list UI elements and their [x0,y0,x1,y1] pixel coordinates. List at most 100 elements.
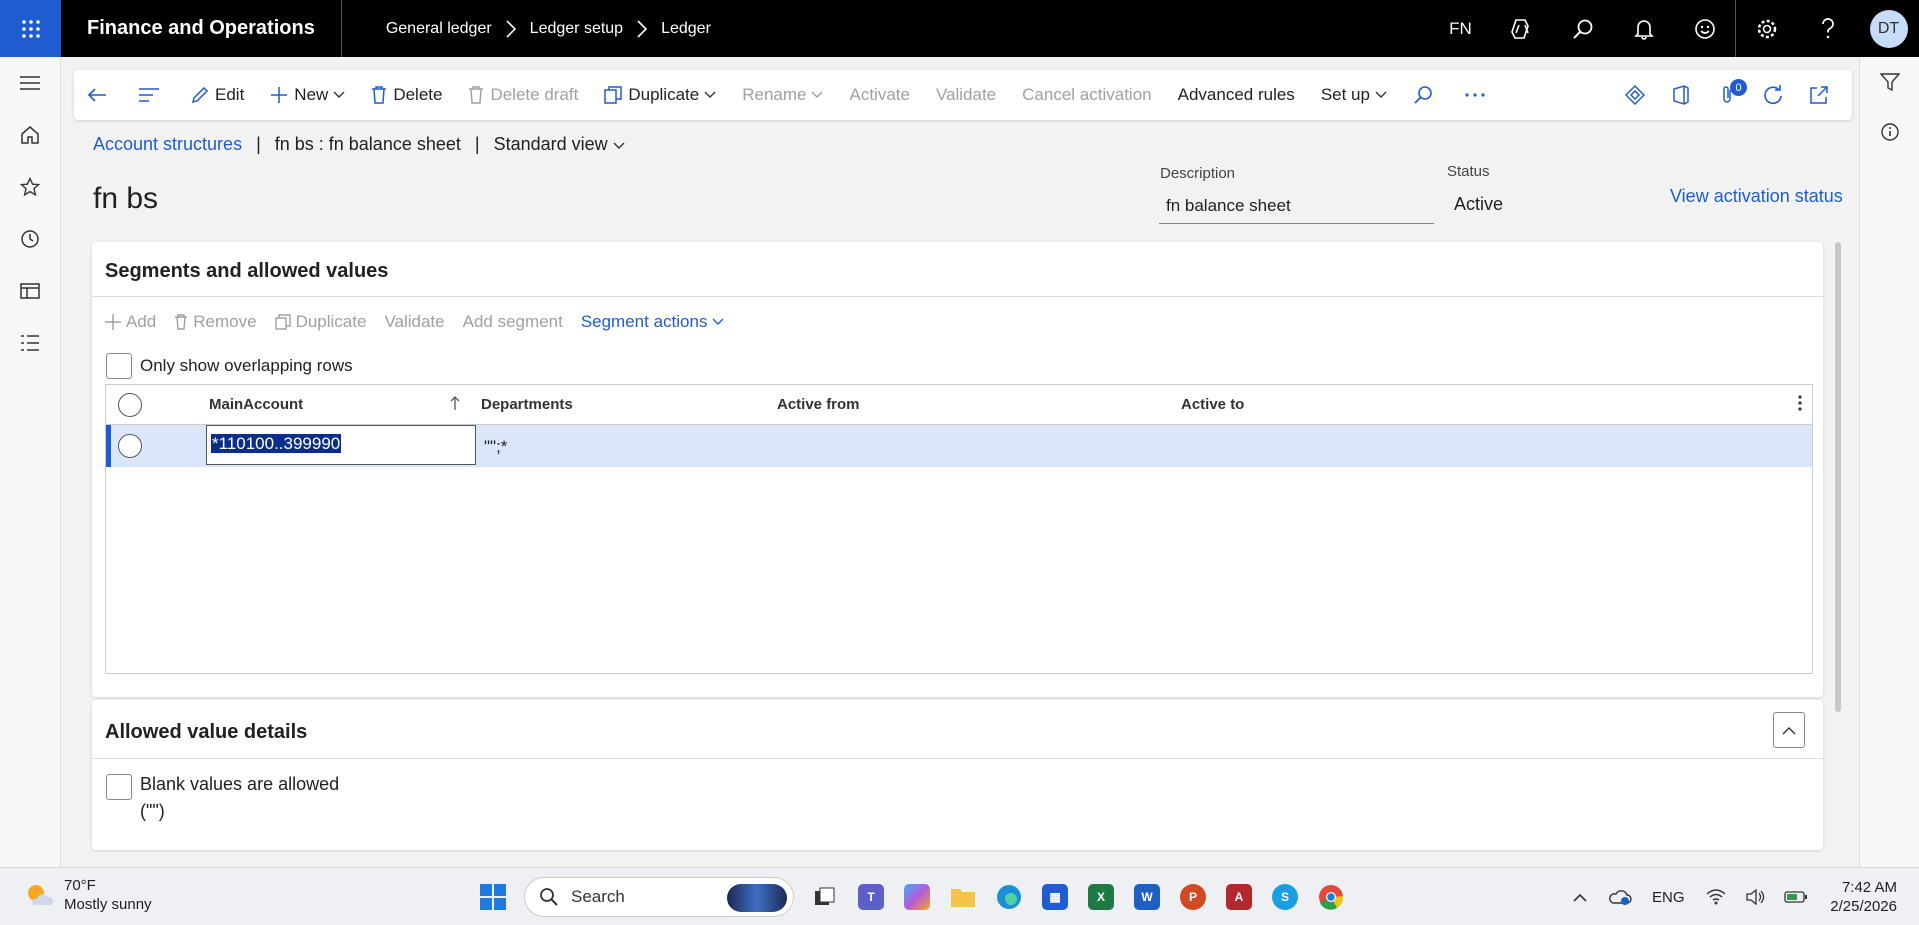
refresh-icon[interactable] [1750,85,1796,105]
breadcrumb-ledger-setup[interactable]: Ledger setup [530,20,623,38]
powerpoint-icon[interactable]: P [1170,876,1216,918]
excel-icon[interactable]: X [1078,876,1124,918]
allowed-value-details-title[interactable]: Allowed value details [92,700,1823,759]
settings-gear-icon[interactable] [1736,0,1797,57]
search-icon[interactable] [1552,0,1613,57]
validate-button[interactable]: Validate [923,70,1009,120]
select-all-radio[interactable] [118,393,142,417]
copilot-app-icon[interactable] [894,876,940,918]
back-button[interactable] [74,70,126,120]
validate-segment-button[interactable]: Validate [375,312,453,332]
column-header-departments[interactable]: Departments [481,396,573,413]
action-search-icon[interactable] [1400,70,1452,120]
options-menu-icon[interactable] [126,70,178,120]
task-view-icon[interactable] [802,876,848,918]
chevron-right-icon [637,19,648,38]
modules-list-icon[interactable] [0,317,60,369]
app-title[interactable]: Finance and Operations [61,0,342,57]
edit-button[interactable]: Edit [178,70,257,120]
weather-widget[interactable]: 70°F Mostly sunny [24,876,152,914]
rename-button[interactable]: Rename [729,70,836,120]
language-indicator[interactable]: ENG [1640,889,1696,906]
onedrive-icon[interactable] [1600,888,1640,906]
description-label: Description [1160,165,1236,182]
new-button[interactable]: New [257,70,358,120]
breadcrumb-ledger[interactable]: Ledger [661,20,711,38]
recent-clock-icon[interactable] [0,213,60,265]
office-icon[interactable] [1658,85,1704,105]
show-hidden-icons-chevron[interactable] [1560,893,1600,902]
feedback-smiley-icon[interactable] [1674,0,1735,57]
table-row[interactable]: *110100..399990 "";* [106,425,1812,467]
advanced-rules-button[interactable]: Advanced rules [1165,70,1308,120]
blank-values-allowed-checkbox[interactable] [106,774,132,800]
workspaces-icon[interactable] [0,265,60,317]
segment-actions-button[interactable]: Segment actions [572,312,738,332]
add-button[interactable]: Add [96,312,165,332]
system-tray: ENG 7:42 AM 2/25/2026 [1560,868,1919,925]
home-icon[interactable] [0,109,60,161]
battery-icon[interactable] [1776,890,1816,904]
chrome-icon[interactable] [1308,876,1354,918]
info-icon[interactable] [1860,107,1919,157]
search-placeholder: Search [571,887,625,906]
teams-icon[interactable]: T [848,876,894,918]
open-in-new-window-icon[interactable] [1796,85,1842,105]
windows-start-icon[interactable] [470,876,516,918]
temperature: 70°F [64,877,96,894]
wifi-icon[interactable] [1696,889,1736,905]
remove-button[interactable]: Remove [165,312,265,332]
column-header-active-from[interactable]: Active from [777,396,860,413]
more-options-icon[interactable] [1452,70,1504,120]
row-select-radio[interactable] [118,434,142,458]
view-selector[interactable]: Standard view [494,134,625,155]
access-icon[interactable]: A [1216,876,1262,918]
favorites-star-icon[interactable] [0,161,60,213]
view-activation-status-link[interactable]: View activation status [1670,186,1843,207]
filter-icon[interactable] [1860,57,1919,107]
power-apps-icon[interactable] [1612,85,1658,105]
column-header-mainaccount[interactable]: MainAccount [209,396,303,413]
mainaccount-cell-input[interactable]: *110100..399990 [206,425,476,465]
segments-section-title[interactable]: Segments and allowed values [92,242,1823,297]
taskbar-search-box[interactable]: Search [524,877,794,917]
page-scrollbar[interactable] [1835,242,1841,712]
copilot-icon[interactable] [1491,0,1552,57]
user-menu[interactable]: DT [1858,0,1919,57]
departments-cell[interactable]: "";* [484,437,507,457]
activate-button[interactable]: Activate [836,70,922,120]
attachments-icon[interactable]: 0 [1704,79,1750,105]
new-label: New [294,85,329,104]
account-structures-link[interactable]: Account structures [93,134,242,155]
company-picker[interactable]: FN [1430,0,1491,57]
duplicate-segment-button[interactable]: Duplicate [266,312,376,332]
edge-browser-icon[interactable] [986,876,1032,918]
clock[interactable]: 7:42 AM 2/25/2026 [1830,878,1897,916]
collapse-section-button[interactable] [1773,712,1805,748]
description-field[interactable]: fn balance sheet [1159,190,1434,224]
search-highlight-image [727,884,787,912]
add-segment-button[interactable]: Add segment [454,312,572,332]
delete-button[interactable]: Delete [358,70,455,120]
edit-label: Edit [215,85,245,104]
chevron-down-icon [712,318,724,325]
volume-icon[interactable] [1736,889,1776,905]
help-icon[interactable] [1797,0,1858,57]
hamburger-menu-icon[interactable] [0,57,60,109]
word-icon[interactable]: W [1124,876,1170,918]
segments-section: Segments and allowed values Add Remove D… [92,242,1823,697]
microsoft-store-icon[interactable]: ▦ [1032,876,1078,918]
only-overlapping-rows-checkbox[interactable] [106,353,132,379]
column-options-icon[interactable] [1798,394,1802,416]
delete-draft-button[interactable]: Delete draft [455,70,591,120]
file-explorer-icon[interactable] [940,876,986,918]
set-up-button[interactable]: Set up [1308,70,1400,120]
breadcrumb-general-ledger[interactable]: General ledger [386,20,492,38]
skype-icon[interactable]: S [1262,876,1308,918]
app-launcher-icon[interactable] [0,0,61,57]
column-header-active-to[interactable]: Active to [1181,396,1244,413]
add-label: Add [126,312,157,331]
notification-bell-icon[interactable] [1613,0,1674,57]
cancel-activation-button[interactable]: Cancel activation [1009,70,1164,120]
duplicate-button[interactable]: Duplicate [591,70,729,120]
